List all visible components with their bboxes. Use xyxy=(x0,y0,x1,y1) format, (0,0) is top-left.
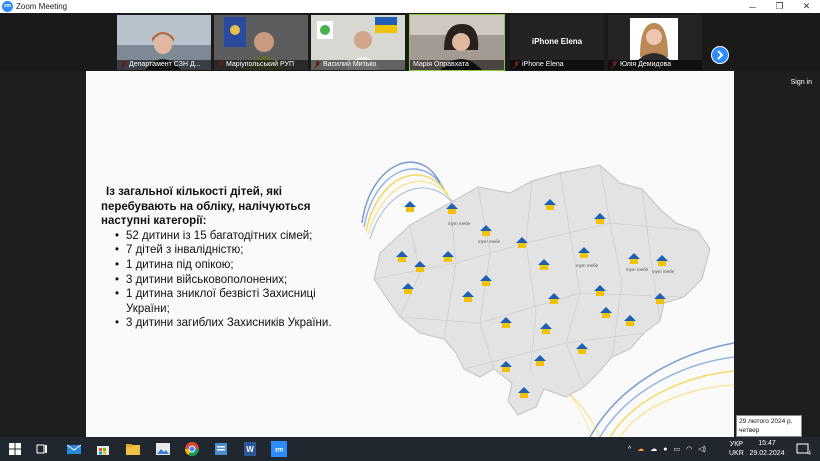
participant-name: Марія Оправхата xyxy=(410,60,504,70)
slide-text-block: Із загальної кількості дітей, які перебу… xyxy=(101,185,333,331)
list-item: 1 дитина під опікою; xyxy=(115,258,333,273)
minimize-icon: ─ xyxy=(749,1,756,12)
chevron-up-icon[interactable]: ^ xyxy=(628,446,631,453)
participant-tile[interactable]: iPhone Elena iPhone Elena xyxy=(510,15,604,70)
list-item: 7 дітей з інвалідністю; xyxy=(115,243,333,258)
shared-screen-area: Sign in Із загальної кількості дітей, як… xyxy=(0,71,820,437)
participant-tile[interactable]: Юлія Демидова xyxy=(608,15,702,70)
store-icon[interactable] xyxy=(95,441,111,457)
sign-in-link[interactable]: Sign in xyxy=(791,79,812,86)
task-view-icon[interactable] xyxy=(34,441,50,457)
presentation-slide: Із загальної кількості дітей, які перебу… xyxy=(86,71,734,437)
close-button[interactable]: ✕ xyxy=(793,0,820,13)
list-item: 1 дитина зниклої безвісті Захисниці Укра… xyxy=(115,287,333,316)
mail-icon[interactable] xyxy=(66,441,82,457)
file-explorer-icon[interactable] xyxy=(125,441,141,457)
close-icon: ✕ xyxy=(802,1,811,11)
map-country-shape xyxy=(373,164,711,416)
tooltip-date: 29 лютого 2024 р. xyxy=(739,418,793,425)
location-icon[interactable]: ● xyxy=(663,446,667,453)
chevron-right-icon xyxy=(717,50,724,60)
marker-label: тут тебе xyxy=(576,263,599,268)
tray-icons: ^ ☁ ☁ ● ▭ ◠ ◁) xyxy=(628,437,706,461)
keyboard-layout: UKR xyxy=(729,450,744,457)
network-icon[interactable]: ▭ xyxy=(674,445,681,453)
marker-label: тут тебе xyxy=(652,269,675,274)
marker-label: тут тебе xyxy=(626,267,649,272)
chrome-icon[interactable] xyxy=(184,441,200,457)
restore-icon: ❐ xyxy=(775,1,784,11)
title-bar: zm Zoom Meeting ─ ❐ ✕ xyxy=(0,0,820,13)
participant-name: Департамент СЗН Д... xyxy=(117,60,211,70)
minimize-button[interactable]: ─ xyxy=(739,0,766,13)
taskbar: W zm ^ ☁ ☁ ● ▭ ◠ ◁) УКР UKR 15:47 29.02.… xyxy=(0,437,820,461)
participant-tile[interactable]: Василий Митько xyxy=(311,15,405,70)
participant-name: Василий Митько xyxy=(311,60,405,70)
word-icon[interactable]: W xyxy=(242,441,258,457)
photo-app-icon[interactable] xyxy=(155,441,171,457)
notification-center-button[interactable]: 4 xyxy=(795,441,811,457)
slide-heading: Із загальної кількості дітей, які перебу… xyxy=(101,186,311,228)
participant-name: Маріупольський РУП xyxy=(214,60,308,70)
clock-date: 29.02.2024 xyxy=(749,450,785,457)
marker-label: тут тебе xyxy=(448,221,471,226)
language-indicator[interactable]: УКР UKR xyxy=(729,437,744,461)
ukraine-map-illustration: тут тебе тут тебе тут тебе тут тебе тут … xyxy=(361,161,734,437)
list-item: 52 дитини із 15 багатодітних сімей; xyxy=(115,229,333,244)
onedrive-icon[interactable]: ☁ xyxy=(650,445,657,453)
volume-icon[interactable]: ◁) xyxy=(698,445,706,453)
app-icon[interactable] xyxy=(213,441,229,457)
participant-tile-active-speaker[interactable]: Марія Оправхата xyxy=(409,14,505,71)
clock-time: 15:47 xyxy=(758,440,776,447)
weather-icon[interactable]: ☁ xyxy=(637,445,644,453)
maximize-button[interactable]: ❐ xyxy=(766,0,793,13)
wifi-icon[interactable]: ◠ xyxy=(686,445,692,453)
svg-text:W: W xyxy=(246,445,254,454)
notification-count: 4 xyxy=(807,451,811,457)
windows-start-icon[interactable] xyxy=(7,441,23,457)
zoom-logo-icon: zm xyxy=(2,1,13,12)
clock[interactable]: 15:47 29.02.2024 xyxy=(748,439,786,459)
date-tooltip: 29 лютого 2024 р. четвер xyxy=(736,415,802,437)
participant-tile[interactable]: Департамент СЗН Д... xyxy=(117,15,211,70)
participant-strip: Департамент СЗН Д... Маріупольський РУП … xyxy=(0,13,820,71)
category-list: 52 дитини із 15 багатодітних сімей; 7 ді… xyxy=(115,229,333,331)
participant-center-name: iPhone Elena xyxy=(531,37,583,46)
participant-name: iPhone Elena xyxy=(510,60,604,70)
window-title: Zoom Meeting xyxy=(16,2,68,11)
list-item: 3 дитини загиблих Захисників України. xyxy=(115,316,333,331)
language-code: УКР xyxy=(729,441,743,448)
marker-label: тут тебе xyxy=(478,239,501,244)
participant-name: Юлія Демидова xyxy=(608,60,702,70)
svg-text:zm: zm xyxy=(275,448,283,454)
tooltip-weekday: четвер xyxy=(739,427,760,434)
zoom-taskbar-icon[interactable]: zm xyxy=(271,441,287,457)
participant-tile[interactable]: Маріупольський РУП xyxy=(214,15,308,70)
window-controls: ─ ❐ ✕ xyxy=(739,0,820,13)
next-page-button[interactable] xyxy=(711,46,729,64)
list-item: 3 дитини військовополонених; xyxy=(115,273,333,288)
